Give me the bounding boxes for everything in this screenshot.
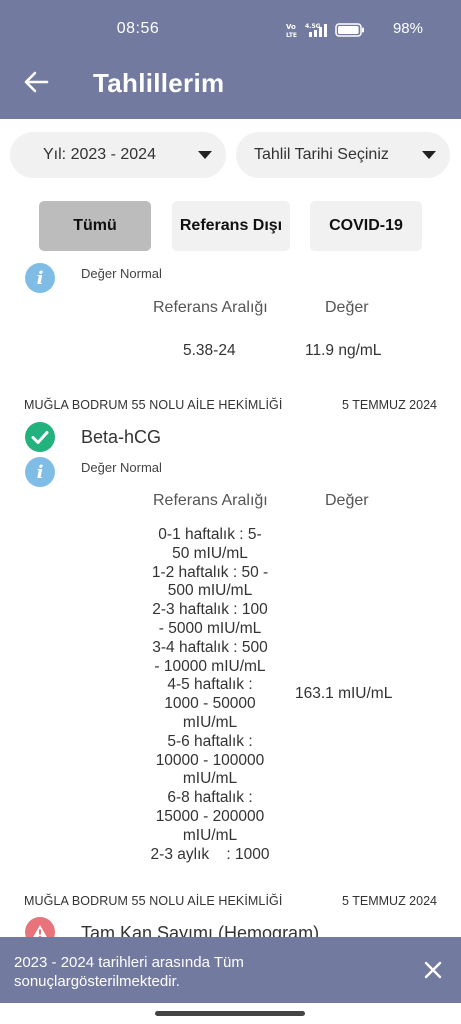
result-date: 5 TEMMUZ 2024 — [342, 894, 437, 908]
reference-range-line: mIU/mL — [182, 826, 238, 844]
result-value: 163.1 mIU/mL — [295, 685, 393, 702]
reference-range-line: mIU/mL — [182, 713, 238, 731]
test-date-select-value: Tahlil Tarihi Seçiniz — [254, 146, 389, 163]
signal-icon: 4.5G — [305, 23, 327, 37]
close-icon[interactable] — [423, 960, 443, 980]
reference-range-line: 3-4 haftalık : 500 — [152, 638, 268, 656]
result-status: Değer Normal — [81, 266, 162, 281]
value-header: Değer — [325, 299, 369, 316]
result-status: Değer Normal — [81, 460, 162, 475]
info-icon[interactable]: i — [25, 263, 55, 293]
snackbar: 2023 - 2024 tarihleri arasında Tüm sonuç… — [0, 937, 461, 1003]
status-bar: 08:56 Vo LTE 4.5G 98% — [0, 0, 461, 46]
reference-range-line: 2-3 haftalık : 100 — [152, 601, 268, 619]
chevron-down-icon — [198, 151, 212, 159]
warning-icon — [25, 917, 55, 937]
reference-range-header: Referans Aralığı — [153, 299, 268, 316]
battery-icon — [335, 23, 364, 37]
info-icon[interactable]: i — [25, 457, 55, 487]
reference-range-line: 2-3 aylık : 1000 — [150, 845, 270, 863]
status-icons: Vo LTE 4.5G — [285, 22, 365, 38]
institution-name: MUĞLA BODRUM 55 NOLU AİLE HEKİMLİĞİ — [24, 894, 283, 908]
snackbar-message: 2023 - 2024 tarihleri arasında Tüm sonuç… — [14, 954, 244, 990]
status-time: 08:56 — [116, 20, 160, 37]
result-value: 11.9 ng/mL — [305, 342, 382, 359]
test-name: Beta-hCG — [81, 427, 162, 447]
reference-range-line: 10000 - 100000 — [155, 751, 265, 769]
svg-text:LTE: LTE — [286, 32, 297, 38]
app-bar: Tahlillerim — [0, 46, 461, 119]
reference-range: 5.38-24 — [183, 342, 236, 359]
svg-text:Vo: Vo — [286, 23, 296, 31]
chevron-down-icon — [422, 151, 436, 159]
year-select[interactable]: Yıl: 2023 - 2024 — [10, 132, 226, 178]
reference-range-line: 0-1 haftalık : 5- — [158, 526, 262, 543]
reference-range-line: 5-6 haftalık : — [167, 732, 253, 750]
reference-range-line: - 5000 mIU/mL — [158, 619, 262, 637]
reference-range-line: 1-2 haftalık : 50 - — [151, 563, 269, 581]
reference-range-line: 1000 - 50000 — [164, 695, 256, 713]
reference-range-line: 500 mIU/mL — [167, 582, 253, 600]
tab-out-of-reference[interactable]: Referans Dışı — [172, 201, 290, 251]
result-date: 5 TEMMUZ 2024 — [342, 398, 437, 412]
page-title: Tahlillerim — [93, 68, 225, 98]
results-list[interactable]: i Değer Normal Referans Aralığı Değer 5.… — [0, 257, 461, 937]
institution-name: MUĞLA BODRUM 55 NOLU AİLE HEKİMLİĞİ — [24, 398, 283, 412]
reference-range-list: 0-1 haftalık : 5- 50 mIU/mL 1-2 haftalık… — [140, 526, 280, 864]
battery-percent: 98% — [392, 20, 423, 37]
svg-text:4.5G: 4.5G — [305, 23, 321, 30]
reference-range-line: 6-8 haftalık : — [167, 789, 253, 807]
volte-icon: Vo LTE — [286, 23, 297, 38]
tab-covid-19[interactable]: COVID-19 — [310, 201, 422, 251]
reference-range-line: mIU/mL — [182, 770, 238, 788]
test-date-select[interactable]: Tahlil Tarihi Seçiniz — [236, 132, 450, 178]
reference-range-line: 4-5 haftalık : — [167, 676, 253, 694]
value-header: Değer — [325, 492, 369, 509]
reference-range-header: Referans Aralığı — [153, 492, 268, 509]
filter-tabs: Tümü Referans Dışı COVID-19 — [0, 199, 461, 257]
reference-range-line: - 10000 mIU/mL — [154, 657, 266, 675]
home-indicator[interactable] — [155, 1011, 305, 1016]
tab-all[interactable]: Tümü — [39, 201, 151, 251]
test-name: Tam Kan Sayımı (Hemogram) — [81, 923, 320, 937]
reference-range-line: 50 mIU/mL — [172, 544, 248, 562]
arrow-left-icon[interactable] — [22, 68, 50, 96]
reference-range-line: 15000 - 200000 — [155, 807, 265, 825]
year-select-value: Yıl: 2023 - 2024 — [43, 146, 156, 163]
check-circle-icon — [25, 422, 55, 452]
system-nav-bar — [0, 1003, 461, 1024]
filter-bar: Yıl: 2023 - 2024 Tahlil Tarihi Seçiniz — [0, 119, 461, 199]
